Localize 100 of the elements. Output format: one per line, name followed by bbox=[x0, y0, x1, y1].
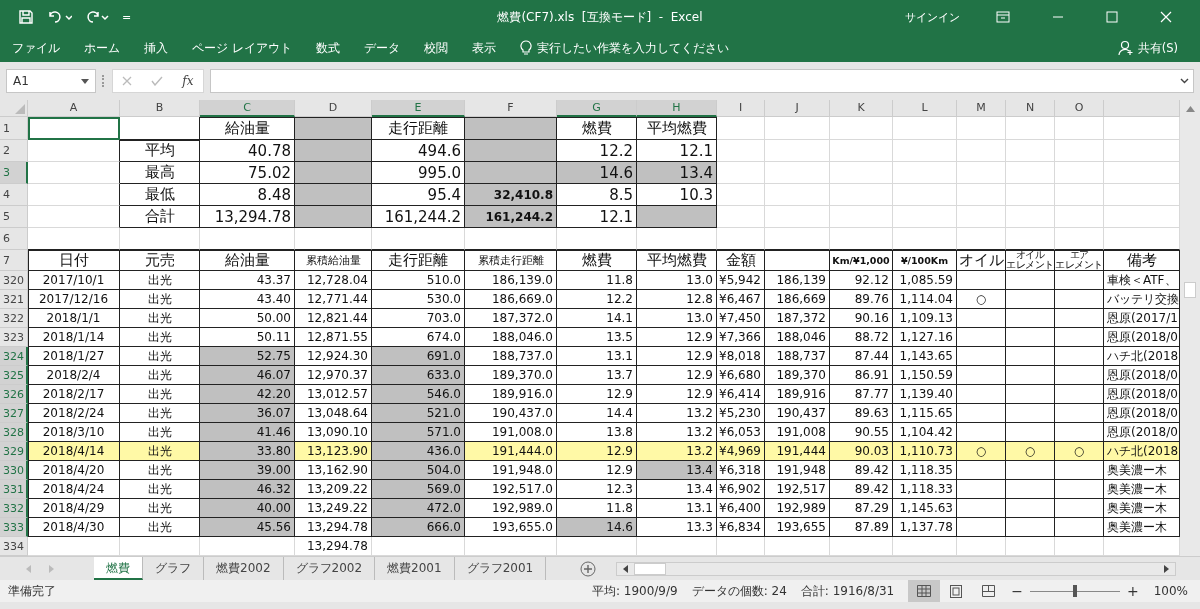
row-header[interactable]: 323 bbox=[0, 328, 28, 347]
dropdown-icon[interactable] bbox=[81, 78, 89, 84]
expand-icon[interactable] bbox=[1180, 78, 1189, 84]
scroll-right-icon[interactable] bbox=[1164, 564, 1169, 573]
column-header[interactable]: E bbox=[372, 100, 465, 117]
scroll-up-icon[interactable] bbox=[1185, 106, 1195, 112]
name-box[interactable]: A1 bbox=[6, 69, 96, 93]
row-header[interactable]: 320 bbox=[0, 271, 28, 290]
sheet-tab[interactable]: 燃費 bbox=[94, 557, 143, 580]
table-cell: 569.0 bbox=[372, 480, 465, 499]
column-header[interactable]: H bbox=[637, 100, 717, 117]
table-cell: 13.4 bbox=[637, 461, 717, 480]
zoom-out-button[interactable]: − bbox=[1010, 583, 1024, 599]
sum-value: 合計: 1916/8/31 bbox=[800, 582, 895, 600]
table-cell: 521.0 bbox=[372, 404, 465, 423]
row-header[interactable]: 321 bbox=[0, 290, 28, 309]
grid-icon bbox=[917, 585, 932, 597]
ribbon-display-icon[interactable] bbox=[996, 11, 1010, 23]
table-cell: 走行距離 bbox=[372, 250, 465, 271]
table-cell: 40.00 bbox=[200, 499, 295, 518]
table-cell: 46.07 bbox=[200, 366, 295, 385]
add-sheet-icon[interactable] bbox=[580, 560, 597, 577]
row-header[interactable]: 333 bbox=[0, 518, 28, 537]
maximize-icon[interactable] bbox=[1106, 11, 1118, 23]
menu-tab[interactable]: 校閲 bbox=[423, 40, 448, 56]
row-header[interactable]: 331 bbox=[0, 480, 28, 499]
column-header[interactable]: A bbox=[28, 100, 120, 117]
zoom-in-button[interactable]: + bbox=[1125, 583, 1140, 599]
view-button[interactable] bbox=[908, 580, 941, 602]
table-cell: 633.0 bbox=[372, 366, 465, 385]
row-header[interactable]: 2 bbox=[0, 140, 28, 162]
lightbulb-icon bbox=[519, 40, 532, 56]
zoom-level: 100% bbox=[1153, 584, 1188, 598]
person-icon[interactable] bbox=[1117, 40, 1134, 56]
column-header[interactable]: C bbox=[200, 100, 295, 117]
table-cell: 累積走行距離 bbox=[465, 250, 557, 271]
table-cell: 33.80 bbox=[200, 442, 295, 461]
window-title: 燃費(CF7).xls [互換モード] - Excel bbox=[497, 8, 703, 26]
table-cell: 給油量 bbox=[200, 250, 295, 271]
formula-field[interactable] bbox=[210, 69, 1194, 93]
menu-tab[interactable]: 表示 bbox=[471, 40, 496, 56]
row-header[interactable]: 322 bbox=[0, 309, 28, 328]
row-header[interactable]: 5 bbox=[0, 206, 28, 228]
check-icon[interactable] bbox=[151, 76, 164, 86]
menu-tab[interactable]: 数式 bbox=[315, 40, 340, 56]
table-cell: 39.00 bbox=[200, 461, 295, 480]
menu-tab[interactable]: ページ レイアウト bbox=[192, 40, 292, 56]
row-header[interactable]: 326 bbox=[0, 385, 28, 404]
page-break-icon bbox=[981, 585, 995, 597]
menu-tab[interactable]: ホーム bbox=[84, 40, 120, 56]
table-cell: 666.0 bbox=[372, 518, 465, 537]
row-header[interactable]: 4 bbox=[0, 184, 28, 206]
table-cell: 42.20 bbox=[200, 385, 295, 404]
redo-icon[interactable] bbox=[84, 9, 110, 25]
row-header[interactable]: 327 bbox=[0, 404, 28, 423]
menu-tab[interactable]: ファイル bbox=[12, 40, 60, 56]
row-header[interactable]: 6 bbox=[0, 228, 28, 250]
table-cell: 32,410.8 bbox=[465, 184, 557, 206]
row-header[interactable]: 7 bbox=[0, 250, 28, 271]
table-cell: 52.75 bbox=[200, 347, 295, 366]
table-cell: 45.56 bbox=[200, 518, 295, 537]
table-cell: 161,244.2 bbox=[465, 206, 557, 228]
share-button[interactable]: 共有(S) bbox=[1137, 40, 1178, 56]
status-text: 準備完了 bbox=[8, 582, 56, 600]
row-header[interactable]: 334 bbox=[0, 537, 28, 556]
scroll-left-icon[interactable] bbox=[623, 564, 628, 573]
slider-thumb[interactable] bbox=[1072, 585, 1077, 597]
page-icon bbox=[950, 584, 963, 598]
table-cell: 14.6 bbox=[557, 162, 637, 184]
row-header[interactable]: 332 bbox=[0, 499, 28, 518]
table-cell: 14.6 bbox=[557, 518, 637, 537]
close-icon[interactable] bbox=[1160, 11, 1172, 23]
row-header[interactable]: 330 bbox=[0, 461, 28, 480]
row-header[interactable]: 328 bbox=[0, 423, 28, 442]
signin-link[interactable]: サインイン bbox=[905, 9, 960, 25]
save-icon[interactable] bbox=[18, 9, 34, 25]
horizontal-scrollbar[interactable] bbox=[616, 561, 1176, 576]
table-cell: 504.0 bbox=[372, 461, 465, 480]
table-cell: 13.4 bbox=[637, 162, 717, 184]
table-cell: 日付 bbox=[28, 250, 120, 271]
row-header[interactable]: 329 bbox=[0, 442, 28, 461]
average-value: 平均: 1900/9/9 bbox=[591, 582, 678, 600]
count-value: データの個数: 24 bbox=[691, 582, 787, 600]
tell-me-field[interactable]: 実行したい作業を入力してください bbox=[536, 40, 729, 56]
row-header[interactable]: 325 bbox=[0, 366, 28, 385]
scroll-thumb[interactable] bbox=[634, 562, 666, 575]
undo-icon[interactable] bbox=[46, 9, 72, 25]
table-cell: 41.46 bbox=[200, 423, 295, 442]
menu-tab[interactable]: データ bbox=[363, 40, 400, 56]
scroll-thumb[interactable] bbox=[1184, 282, 1196, 298]
menu-tab[interactable]: 挿入 bbox=[144, 40, 168, 56]
triangle-icon bbox=[15, 104, 25, 114]
row-header[interactable]: 3 bbox=[0, 162, 28, 184]
table-cell: 691.0 bbox=[372, 347, 465, 366]
row-header[interactable]: 324 bbox=[0, 347, 28, 366]
insert-function-button[interactable]: fx bbox=[182, 74, 194, 88]
customize-button[interactable]: = bbox=[122, 10, 132, 24]
row-header[interactable]: 1 bbox=[0, 117, 28, 140]
drag-handle-icon[interactable] bbox=[102, 75, 106, 87]
column-header[interactable]: G bbox=[557, 100, 637, 117]
